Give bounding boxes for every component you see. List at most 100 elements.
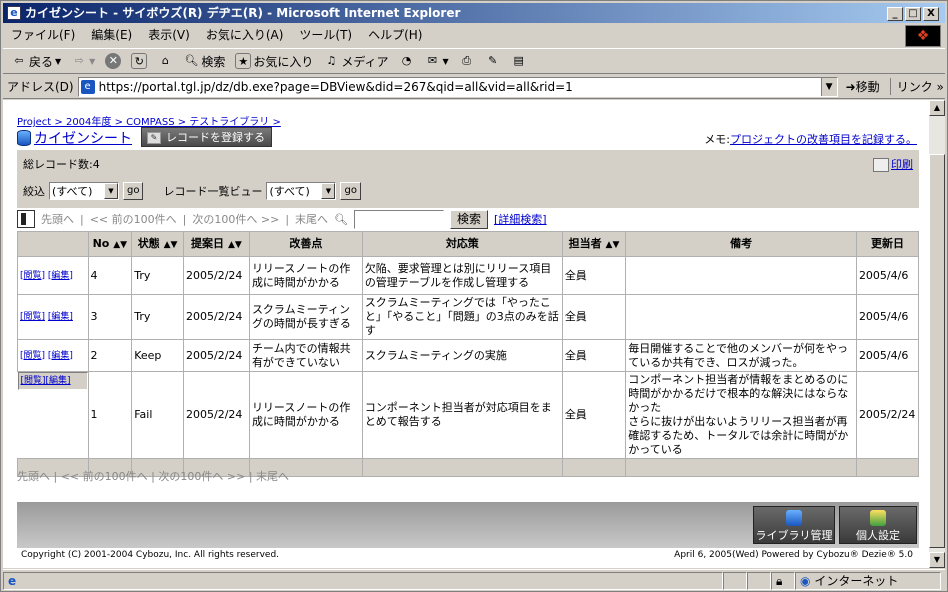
filter-go-button[interactable]: go bbox=[123, 182, 144, 200]
media-button[interactable]: ♫ メディア bbox=[319, 50, 392, 72]
personal-settings-button[interactable]: 個人設定 bbox=[839, 506, 917, 544]
mail-icon: ✉ bbox=[427, 54, 438, 67]
title-bar: e カイゼンシート - サイボウズ(R) デヂエ(R) - Microsoft … bbox=[3, 3, 945, 23]
nav-last: 末尾へ bbox=[256, 470, 290, 483]
scroll-up-icon[interactable]: ▲ bbox=[929, 100, 945, 116]
forward-arrow-icon: ⇨ bbox=[74, 54, 84, 67]
mail-button[interactable]: ✉ ▼ bbox=[421, 50, 453, 72]
edit-link[interactable]: [編集] bbox=[48, 351, 73, 361]
view-link[interactable]: [閲覧] bbox=[21, 374, 46, 388]
col-status[interactable]: 状態 ▲▼ bbox=[131, 231, 184, 257]
zone-indicator: ◉ インターネット bbox=[795, 571, 941, 590]
print-link[interactable]: 印刷 bbox=[873, 156, 913, 172]
go-button[interactable]: ➜移動 bbox=[846, 78, 880, 95]
row-issue: リリースノートの作成に時間がかかる bbox=[248, 371, 363, 459]
col-date[interactable]: 提案日 ▲▼ bbox=[183, 231, 250, 257]
refresh-button[interactable]: ↻ bbox=[127, 50, 151, 72]
view-select[interactable]: (すべて) ▼ bbox=[266, 182, 337, 200]
menu-file[interactable]: ファイル(F) bbox=[3, 24, 83, 46]
app-title-link[interactable]: カイゼンシート bbox=[17, 128, 132, 148]
view-go-button[interactable]: go bbox=[340, 182, 361, 200]
view-link[interactable]: [閲覧] bbox=[20, 351, 45, 361]
row-no: 3 bbox=[87, 294, 133, 340]
powered-by: April 6, 2005(Wed) Powered by Cybozu® De… bbox=[674, 550, 913, 560]
row-date: 2005/2/24 bbox=[183, 256, 250, 295]
view-link[interactable]: [閲覧] bbox=[20, 271, 45, 281]
search-label: 検索 bbox=[201, 54, 226, 69]
sort-icon[interactable]: ▲▼ bbox=[113, 238, 127, 250]
row-action: スクラムミーティングでは「やったこと」「やること」「問題」の3点のみを話す bbox=[361, 294, 563, 340]
memo-link[interactable]: プロジェクトの改善項目を記録する。 bbox=[730, 133, 917, 146]
advanced-search-link[interactable]: [詳細検索] bbox=[494, 211, 547, 227]
refresh-icon: ↻ bbox=[131, 53, 148, 69]
register-record-button[interactable]: ✎ レコードを登録する bbox=[141, 127, 272, 147]
menu-view[interactable]: 表示(V) bbox=[140, 24, 198, 46]
ie-icon: e bbox=[7, 6, 21, 20]
filter-value: (すべて) bbox=[52, 185, 93, 198]
scroll-thumb[interactable] bbox=[929, 154, 945, 548]
stop-icon: ✕ bbox=[105, 53, 122, 69]
footer-cell bbox=[855, 458, 920, 477]
stop-button[interactable]: ✕ bbox=[101, 50, 125, 72]
nav-separator: | bbox=[53, 470, 58, 483]
address-dropdown-icon[interactable]: ▼ bbox=[820, 77, 837, 96]
globe-icon: ◉ bbox=[800, 573, 811, 588]
edit-link[interactable]: [編集] bbox=[48, 312, 73, 322]
nav-separator: | bbox=[151, 470, 155, 483]
print-toolbar-button[interactable]: ⎙ bbox=[455, 50, 479, 72]
menu-edit[interactable]: 編集(E) bbox=[83, 24, 140, 46]
record-search-button[interactable]: 検索 bbox=[450, 209, 489, 229]
scroll-down-icon[interactable]: ▼ bbox=[929, 552, 945, 568]
expand-column-icon[interactable] bbox=[17, 210, 35, 228]
search-button[interactable]: 🔍︎ 検索 bbox=[179, 50, 229, 72]
links-button[interactable]: リンク » bbox=[889, 78, 944, 95]
footer-cell bbox=[361, 458, 563, 477]
col-no[interactable]: No ▲▼ bbox=[87, 231, 133, 257]
back-button[interactable]: ⇦ 戻る ▼ bbox=[7, 50, 65, 72]
row-note bbox=[625, 294, 857, 340]
row-action: コンポーネント担当者が対応項目をまとめて報告する bbox=[361, 371, 563, 459]
history-button[interactable]: ◔ bbox=[395, 50, 419, 72]
zone-label: インターネット bbox=[814, 573, 899, 588]
sort-icon[interactable]: ▲▼ bbox=[228, 238, 242, 250]
menu-favorites[interactable]: お気に入り(A) bbox=[198, 24, 292, 46]
record-search-input[interactable] bbox=[354, 209, 444, 229]
edit-link[interactable]: [編集] bbox=[48, 271, 73, 281]
view-value: (すべて) bbox=[269, 185, 310, 198]
col-date-label: 提案日 bbox=[191, 237, 225, 250]
filter-select[interactable]: (すべて) ▼ bbox=[49, 182, 119, 200]
toolbar: ⇦ 戻る ▼ ⇨ ▼ ✕ ↻ ⌂ 🔍︎ 検索 ★ お気に入り ♫ メディア ◔ ✉ ▼ ⎙ ✎… bbox=[3, 48, 945, 74]
col-owner[interactable]: 担当者 ▲▼ bbox=[561, 231, 627, 257]
windows-logo-icon: ❖ bbox=[905, 25, 941, 47]
nav-last: 末尾へ bbox=[295, 213, 329, 226]
minimize-button[interactable]: _ bbox=[887, 7, 903, 21]
sort-icon[interactable]: ▲▼ bbox=[605, 238, 620, 250]
nav-prev: << 前の100件へ bbox=[89, 213, 177, 226]
address-url: https://portal.tgl.jp/dz/db.exe?page=DBV… bbox=[98, 79, 573, 94]
col-status-label: 状態 bbox=[137, 237, 160, 250]
library-admin-button[interactable]: ライブラリ管理 bbox=[753, 506, 835, 544]
row-owner: 全員 bbox=[561, 294, 627, 340]
maximize-button[interactable]: □ bbox=[905, 7, 921, 21]
personal-settings-label: 個人設定 bbox=[856, 529, 900, 542]
back-arrow-icon: ⇦ bbox=[14, 54, 24, 67]
vertical-scrollbar[interactable]: ▲ ▼ bbox=[929, 100, 945, 568]
home-button[interactable]: ⌂ bbox=[153, 50, 177, 72]
edit-toolbar-button[interactable]: ✎ bbox=[481, 50, 505, 72]
row-note bbox=[625, 256, 857, 295]
row-owner: 全員 bbox=[561, 371, 627, 459]
menu-help[interactable]: ヘルプ(H) bbox=[360, 24, 430, 46]
printer-icon bbox=[873, 158, 889, 172]
breadcrumb[interactable]: Project > 2004年度 > COMPASS > テストライブラリ > bbox=[17, 113, 281, 128]
register-record-label: レコードを登録する bbox=[166, 131, 265, 144]
discuss-button[interactable]: ▤ bbox=[507, 50, 531, 72]
favorites-button[interactable]: ★ お気に入り bbox=[231, 50, 317, 72]
close-button[interactable]: X bbox=[923, 7, 939, 21]
app-title: カイゼンシート bbox=[34, 131, 132, 147]
sort-icon[interactable]: ▲▼ bbox=[164, 238, 178, 250]
menu-tools[interactable]: ツール(T) bbox=[291, 24, 360, 46]
view-link[interactable]: [閲覧] bbox=[20, 312, 45, 322]
forward-button[interactable]: ⇨ ▼ bbox=[67, 50, 99, 72]
edit-link[interactable]: [編集] bbox=[46, 374, 71, 388]
address-input[interactable]: e https://portal.tgl.jp/dz/db.exe?page=D… bbox=[77, 76, 838, 97]
